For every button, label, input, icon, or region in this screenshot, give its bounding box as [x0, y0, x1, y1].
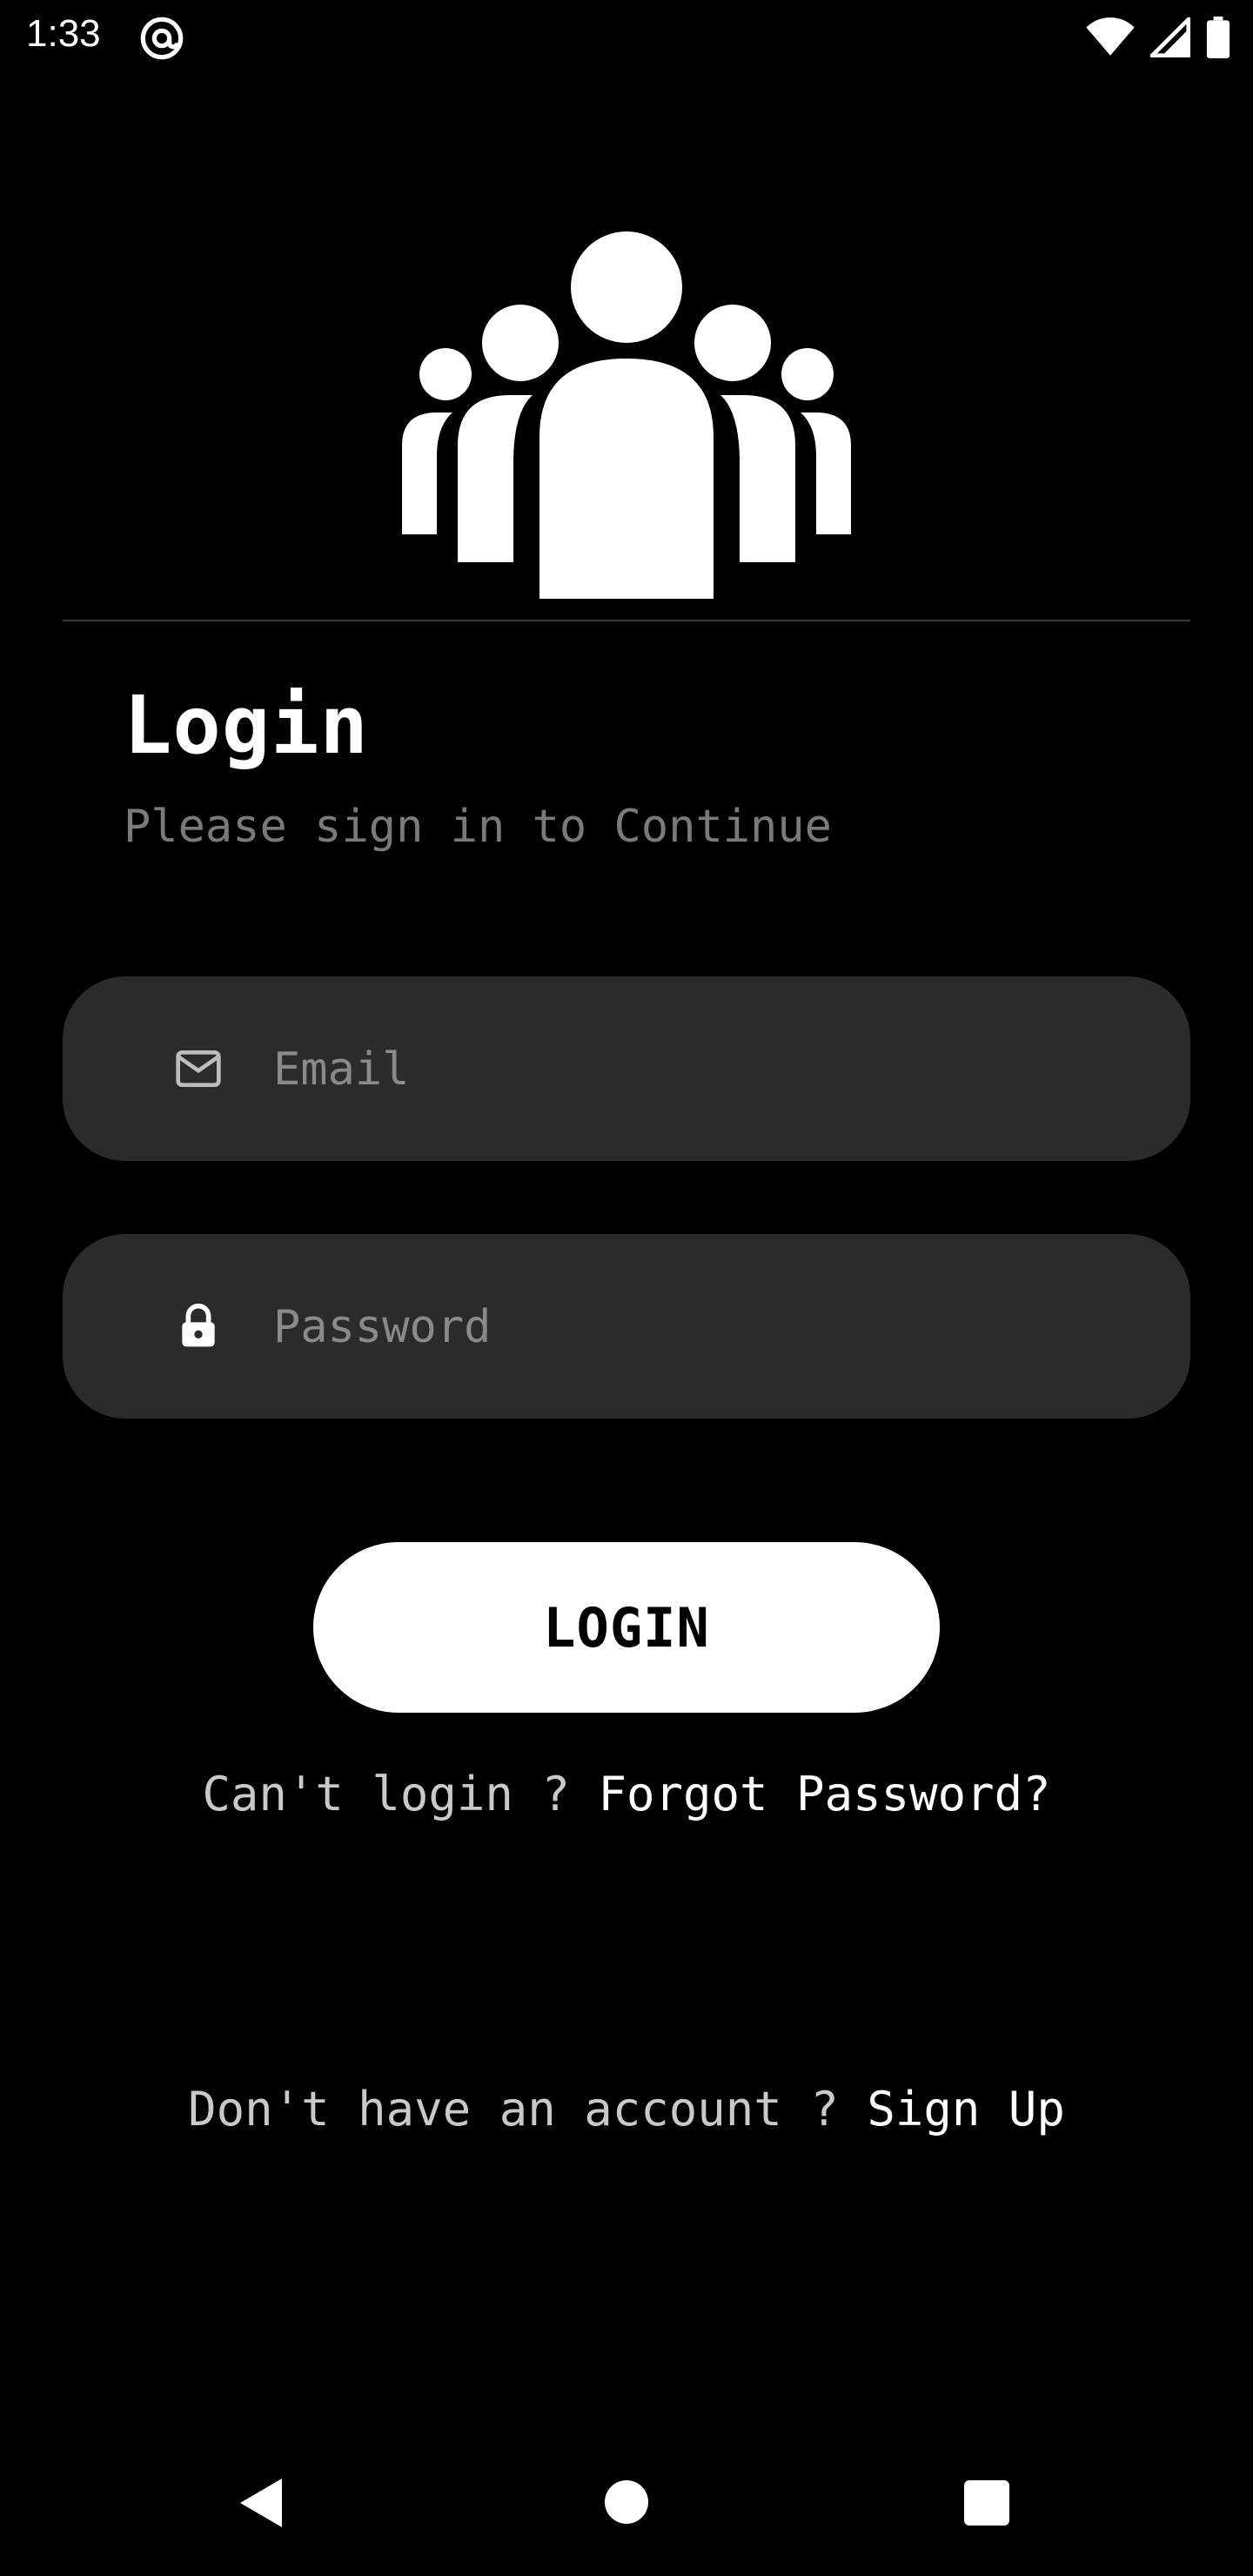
page-subtitle: Please sign in to Continue — [124, 801, 832, 853]
signal-icon — [1150, 17, 1190, 57]
lock-icon — [182, 1303, 215, 1347]
at-sign-icon — [140, 17, 184, 60]
signup-row: Don't have an account ? Sign Up — [0, 2082, 1253, 2137]
status-time: 1:33 — [26, 12, 101, 55]
forgot-password-row: Can't login ? Forgot Password? — [0, 1767, 1253, 1821]
recents-icon[interactable] — [964, 2480, 1009, 2526]
home-icon[interactable] — [605, 2480, 648, 2524]
group-people-icon — [402, 231, 851, 599]
forgot-prefix: Can't login ? — [202, 1767, 599, 1821]
forgot-password-link[interactable]: Forgot Password? — [598, 1767, 1050, 1821]
email-input[interactable] — [271, 1025, 1145, 1114]
system-nav-bar — [0, 2437, 1253, 2576]
password-input[interactable] — [271, 1283, 1145, 1372]
signup-prefix: Don't have an account ? — [188, 2082, 868, 2137]
login-button[interactable]: LOGIN — [313, 1542, 940, 1713]
page-title: Login — [124, 679, 369, 772]
mail-icon — [176, 1050, 221, 1087]
header-divider — [63, 620, 1190, 621]
status-bar: 1:33 — [0, 0, 1253, 73]
password-field[interactable] — [63, 1234, 1190, 1419]
back-icon[interactable] — [235, 2475, 287, 2531]
sign-up-link[interactable]: Sign Up — [867, 2082, 1065, 2137]
email-field[interactable] — [63, 976, 1190, 1161]
battery-icon — [1206, 17, 1230, 58]
wifi-icon — [1086, 17, 1135, 56]
status-icons — [1086, 16, 1230, 59]
